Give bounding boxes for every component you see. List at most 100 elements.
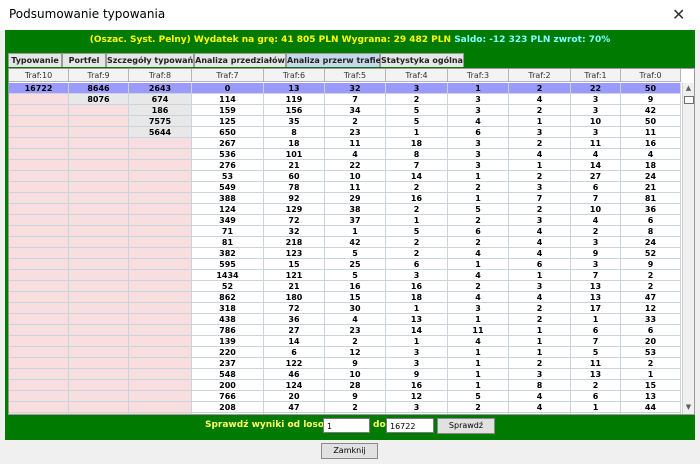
table-cell: 8 bbox=[386, 149, 448, 160]
to-draw-input[interactable]: 16722 bbox=[386, 418, 434, 433]
table-row[interactable]: 786 27 23 14 11 1 6 6 bbox=[9, 325, 681, 336]
table-cell: 21 bbox=[264, 281, 325, 292]
table-cell: 5644 bbox=[129, 127, 192, 138]
column-header[interactable]: Traf:10 bbox=[9, 69, 69, 82]
tab-typowanie[interactable]: Typowanie bbox=[8, 53, 62, 67]
table-cell: 4 bbox=[509, 94, 571, 105]
scroll-down-icon[interactable]: ▼ bbox=[684, 403, 693, 412]
table-cell: 33 bbox=[621, 314, 681, 325]
table-row[interactable]: 388 92 29 16 1 7 7 81 bbox=[9, 193, 681, 204]
column-header[interactable]: Traf:7 bbox=[192, 69, 264, 82]
table-row[interactable]: 8076 674 114 119 7 2 3 4 3 9 bbox=[9, 94, 681, 105]
table-cell: 16 bbox=[325, 281, 386, 292]
table-row[interactable]: 276 21 22 7 3 1 14 18 bbox=[9, 160, 681, 171]
table-cell: 4 bbox=[325, 314, 386, 325]
table-row[interactable]: 220 6 12 3 1 1 5 53 bbox=[9, 347, 681, 358]
table-cell: 11 bbox=[448, 325, 509, 336]
vertical-scrollbar[interactable]: ▲ ▼ bbox=[682, 83, 694, 414]
table-row[interactable]: 349 72 37 1 2 3 4 6 bbox=[9, 215, 681, 226]
table-cell: 50 bbox=[621, 83, 681, 94]
table-cell: 595 bbox=[192, 259, 264, 270]
table-cell: 22 bbox=[571, 83, 621, 94]
table-cell: 36 bbox=[621, 204, 681, 215]
column-header[interactable]: Traf:9 bbox=[69, 69, 129, 82]
table-cell: 34 bbox=[325, 105, 386, 116]
table-row[interactable]: 734296412134 bbox=[9, 413, 681, 414]
table-row[interactable]: 81 218 42 2 2 4 3 24 bbox=[9, 237, 681, 248]
table-cell: 16 bbox=[386, 193, 448, 204]
table-cell: 4 bbox=[509, 248, 571, 259]
table-row[interactable]: 53 60 10 14 1 2 27 24 bbox=[9, 171, 681, 182]
table-cell: 29 bbox=[264, 413, 325, 414]
table-cell: 7 bbox=[571, 193, 621, 204]
table-cell: 1 bbox=[621, 369, 681, 380]
column-header[interactable]: Traf:5 bbox=[325, 69, 386, 82]
table-row[interactable]: 382 123 5 2 4 4 9 52 bbox=[9, 248, 681, 259]
table-body[interactable]: 16722 8646 2643 0 13 32 3 1 2 22 50 8076 674 114 119 7 2… bbox=[9, 83, 681, 414]
table-cell: 16 bbox=[621, 138, 681, 149]
table-row[interactable]: 200 124 28 16 1 8 2 15 bbox=[9, 380, 681, 391]
tab-szczegoly-typowan[interactable]: Szczegóły typowań bbox=[106, 53, 194, 67]
column-header[interactable]: Traf:3 bbox=[448, 69, 509, 82]
table-cell bbox=[129, 215, 192, 226]
column-header[interactable]: Traf:2 bbox=[509, 69, 571, 82]
scroll-thumb[interactable] bbox=[684, 96, 694, 104]
tab-statystyka-ogolna[interactable]: Statystyka ogólna bbox=[380, 53, 464, 67]
table-row[interactable]: 208 47 2 3 2 4 1 44 bbox=[9, 402, 681, 413]
table-cell bbox=[69, 105, 129, 116]
table-row[interactable]: 1434 121 5 3 4 1 7 2 bbox=[9, 270, 681, 281]
scroll-up-icon[interactable]: ▲ bbox=[684, 84, 693, 93]
table-cell bbox=[69, 347, 129, 358]
table-row[interactable]: 52 21 16 16 2 3 13 2 bbox=[9, 281, 681, 292]
table-row[interactable]: 16722 8646 2643 0 13 32 3 1 2 22 50 bbox=[9, 83, 681, 94]
table-cell bbox=[9, 182, 69, 193]
table-cell bbox=[129, 270, 192, 281]
table-row[interactable]: 267 18 11 18 3 2 11 16 bbox=[9, 138, 681, 149]
table-cell: 125 bbox=[192, 116, 264, 127]
table-row[interactable]: 549 78 11 2 2 3 6 21 bbox=[9, 182, 681, 193]
table-cell: 32 bbox=[264, 226, 325, 237]
close-button[interactable]: Zamknij bbox=[321, 443, 378, 459]
table-cell bbox=[69, 193, 129, 204]
table-row[interactable]: 139 14 2 1 4 1 7 20 bbox=[9, 336, 681, 347]
close-icon[interactable]: ✕ bbox=[672, 5, 685, 24]
table-cell bbox=[9, 171, 69, 182]
table-row[interactable]: 766 20 9 12 5 4 6 13 bbox=[9, 391, 681, 402]
from-draw-input[interactable]: 1 bbox=[323, 418, 370, 433]
table-cell: 200 bbox=[192, 380, 264, 391]
table-row[interactable]: 548 46 10 9 1 3 13 1 bbox=[9, 369, 681, 380]
column-header[interactable]: Traf:4 bbox=[386, 69, 448, 82]
table-cell: 1 bbox=[448, 83, 509, 94]
table-cell: 1 bbox=[571, 413, 621, 414]
table-row[interactable]: 595 15 25 6 1 6 3 9 bbox=[9, 259, 681, 270]
table-row[interactable]: 862 180 15 18 4 4 13 47 bbox=[9, 292, 681, 303]
table-row[interactable]: 7575 125 35 2 5 4 1 10 50 bbox=[9, 116, 681, 127]
table-cell: 4 bbox=[509, 391, 571, 402]
table-cell: 10 bbox=[571, 204, 621, 215]
tab-portfel[interactable]: Portfel bbox=[62, 53, 106, 67]
tab-analiza-przedzialow[interactable]: Analiza przedziałów bbox=[194, 53, 286, 67]
table-row[interactable]: 124 129 38 2 5 2 10 36 bbox=[9, 204, 681, 215]
table-cell bbox=[69, 226, 129, 237]
column-header[interactable]: Traf:6 bbox=[264, 69, 325, 82]
table-row[interactable]: 438 36 4 13 1 2 1 33 bbox=[9, 314, 681, 325]
column-header[interactable]: Traf:8 bbox=[129, 69, 192, 82]
table-cell: 382 bbox=[192, 248, 264, 259]
table-row[interactable]: 237 122 9 3 1 2 11 2 bbox=[9, 358, 681, 369]
check-button[interactable]: Sprawdź bbox=[437, 418, 495, 434]
table-row[interactable]: 5644 650 8 23 1 6 3 3 11 bbox=[9, 127, 681, 138]
table-row[interactable]: 536 101 4 8 3 4 4 4 bbox=[9, 149, 681, 160]
table-cell bbox=[9, 105, 69, 116]
table-cell: 2 bbox=[509, 413, 571, 414]
table-cell: 10 bbox=[325, 171, 386, 182]
tab-analiza-przerw-trafien[interactable]: Analiza przerw trafień bbox=[286, 53, 387, 67]
table-row[interactable]: 71 32 1 5 6 4 2 8 bbox=[9, 226, 681, 237]
table-cell bbox=[9, 325, 69, 336]
table-cell: 2 bbox=[509, 204, 571, 215]
column-header[interactable]: Traf:1 bbox=[571, 69, 621, 82]
table-cell bbox=[69, 380, 129, 391]
table-row[interactable]: 318 72 30 1 3 2 17 12 bbox=[9, 303, 681, 314]
table-cell: 121 bbox=[264, 270, 325, 281]
table-row[interactable]: 186 159 156 34 5 3 2 3 42 bbox=[9, 105, 681, 116]
column-header[interactable]: Traf:0 bbox=[621, 69, 681, 82]
